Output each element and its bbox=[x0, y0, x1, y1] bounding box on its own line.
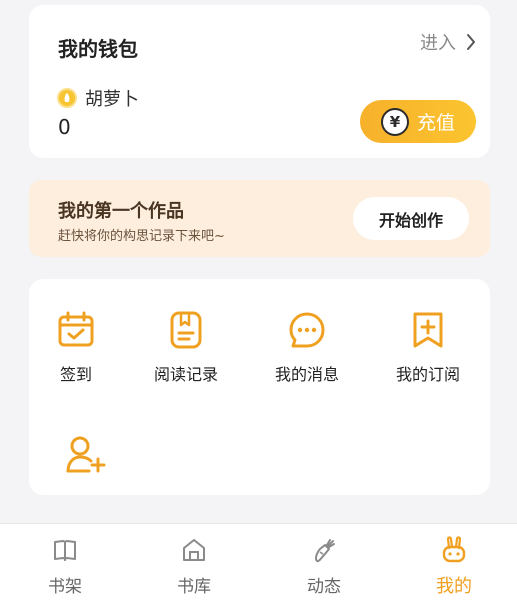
start-writing-button[interactable]: 开始创作 bbox=[353, 197, 469, 240]
tab-bookshelf[interactable]: 书架 bbox=[15, 524, 115, 602]
bottom-tab-bar: 书架 书库 动态 我的 bbox=[0, 523, 517, 605]
function-grid: 签到 阅读记录 我的消息 我的订阅 bbox=[29, 279, 490, 495]
wallet-card: 我的钱包 进入 胡萝卜 0 ¥ 充值 bbox=[29, 5, 490, 158]
carrot-coin-icon bbox=[57, 88, 77, 108]
tab-feed[interactable]: 动态 bbox=[274, 524, 374, 602]
checkin-label: 签到 bbox=[59, 365, 92, 384]
library-house-icon bbox=[183, 539, 205, 561]
book-bookmark-icon bbox=[170, 311, 202, 349]
tab-mine[interactable]: 我的 bbox=[404, 524, 504, 602]
tab-library[interactable]: 书库 bbox=[144, 524, 244, 602]
recharge-label: 充值 bbox=[416, 112, 455, 134]
yen-icon: ¥ bbox=[380, 107, 409, 136]
subscriptions-label: 我的订阅 bbox=[395, 365, 460, 384]
bookshelf-icon bbox=[54, 540, 76, 561]
calendar-check-icon bbox=[58, 311, 94, 347]
add-friend-item[interactable] bbox=[36, 435, 136, 475]
wallet-enter-label: 进入 bbox=[420, 33, 456, 54]
bookmark-plus-icon bbox=[413, 312, 443, 348]
tab-mine-label: 我的 bbox=[436, 576, 472, 597]
wallet-title: 我的钱包 bbox=[58, 37, 138, 61]
checkin-item[interactable]: 签到 bbox=[26, 311, 126, 385]
tab-bookshelf-label: 书架 bbox=[48, 577, 82, 597]
reading-history-label: 阅读记录 bbox=[153, 365, 218, 384]
messages-label: 我的消息 bbox=[274, 365, 339, 384]
first-work-title: 我的第一个作品 bbox=[58, 201, 184, 222]
carrot-icon bbox=[315, 539, 335, 563]
currency-name: 胡萝卜 bbox=[85, 89, 139, 110]
chat-bubble-icon bbox=[289, 312, 325, 348]
first-work-subtitle: 赶快将你的构思记录下来吧~ bbox=[58, 229, 225, 244]
currency-row: 胡萝卜 bbox=[57, 85, 139, 111]
recharge-button[interactable]: ¥ 充值 bbox=[360, 100, 476, 143]
subscriptions-item[interactable]: 我的订阅 bbox=[378, 311, 478, 385]
profile-page: 我的钱包 进入 胡萝卜 0 ¥ 充值 我的第一个作品 赶快将你的构思记录下来吧~… bbox=[0, 0, 517, 605]
reading-history-item[interactable]: 阅读记录 bbox=[136, 311, 236, 385]
tab-feed-label: 动态 bbox=[307, 577, 341, 597]
wallet-enter-link[interactable]: 进入 bbox=[420, 29, 476, 55]
wallet-balance: 0 bbox=[58, 115, 71, 139]
messages-item[interactable]: 我的消息 bbox=[257, 311, 357, 385]
rabbit-icon bbox=[442, 536, 466, 563]
add-user-icon bbox=[66, 436, 106, 473]
chevron-right-icon bbox=[467, 34, 475, 50]
first-work-banner: 我的第一个作品 赶快将你的构思记录下来吧~ 开始创作 bbox=[29, 180, 490, 257]
tab-library-label: 书库 bbox=[177, 577, 211, 597]
